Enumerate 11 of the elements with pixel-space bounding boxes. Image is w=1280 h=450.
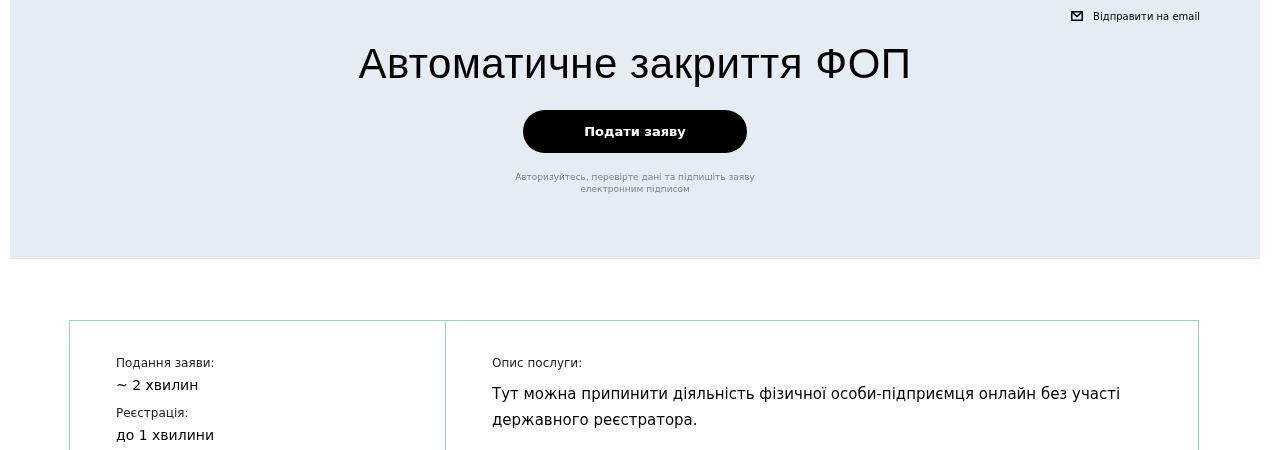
- email-link[interactable]: Відправити на email: [1071, 10, 1200, 22]
- fact-value: ~ 2 хвилин: [116, 376, 200, 395]
- mail-icon: [1071, 11, 1084, 21]
- hint-text: Авторизуйтесь, перевірте дані та підпишіть заяву електронним підписом: [514, 171, 756, 195]
- fact-label: Реєстрація:: [116, 405, 190, 421]
- description-text: Тут можна припинити діяльність фізичної особи-підприємця онлайн без участі державного реєстратора.: [492, 384, 1122, 431]
- page-title: Автоматичне закриття ФОП: [358, 40, 912, 88]
- apply-button[interactable]: Подати заяву: [523, 110, 747, 153]
- fact-value: до 1 хвилини: [116, 426, 215, 445]
- fact-label: Подання заяви:: [116, 355, 216, 371]
- description-label: Опис послуги:: [492, 355, 584, 371]
